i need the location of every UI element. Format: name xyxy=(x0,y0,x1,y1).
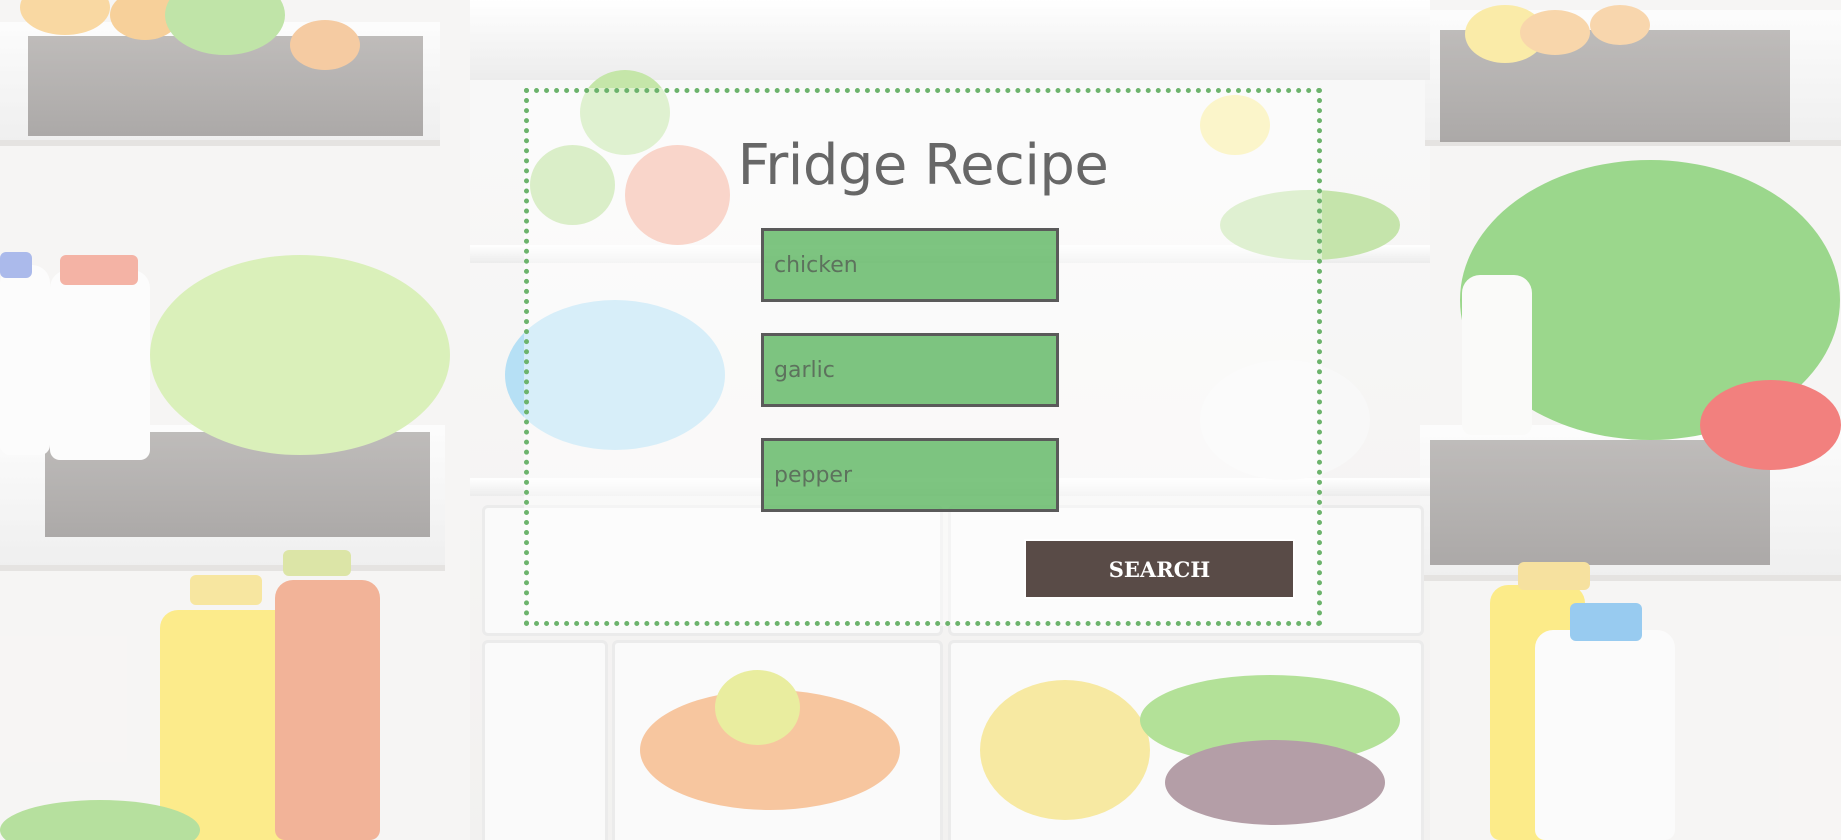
ingredient-input-2[interactable] xyxy=(761,333,1059,407)
ingredient-input-3[interactable] xyxy=(761,438,1059,512)
ingredient-input-1[interactable] xyxy=(761,228,1059,302)
page-title: Fridge Recipe xyxy=(737,133,1109,198)
search-button[interactable]: SEARCH xyxy=(1024,539,1295,599)
recipe-search-panel: Fridge Recipe SEARCH xyxy=(524,88,1322,626)
